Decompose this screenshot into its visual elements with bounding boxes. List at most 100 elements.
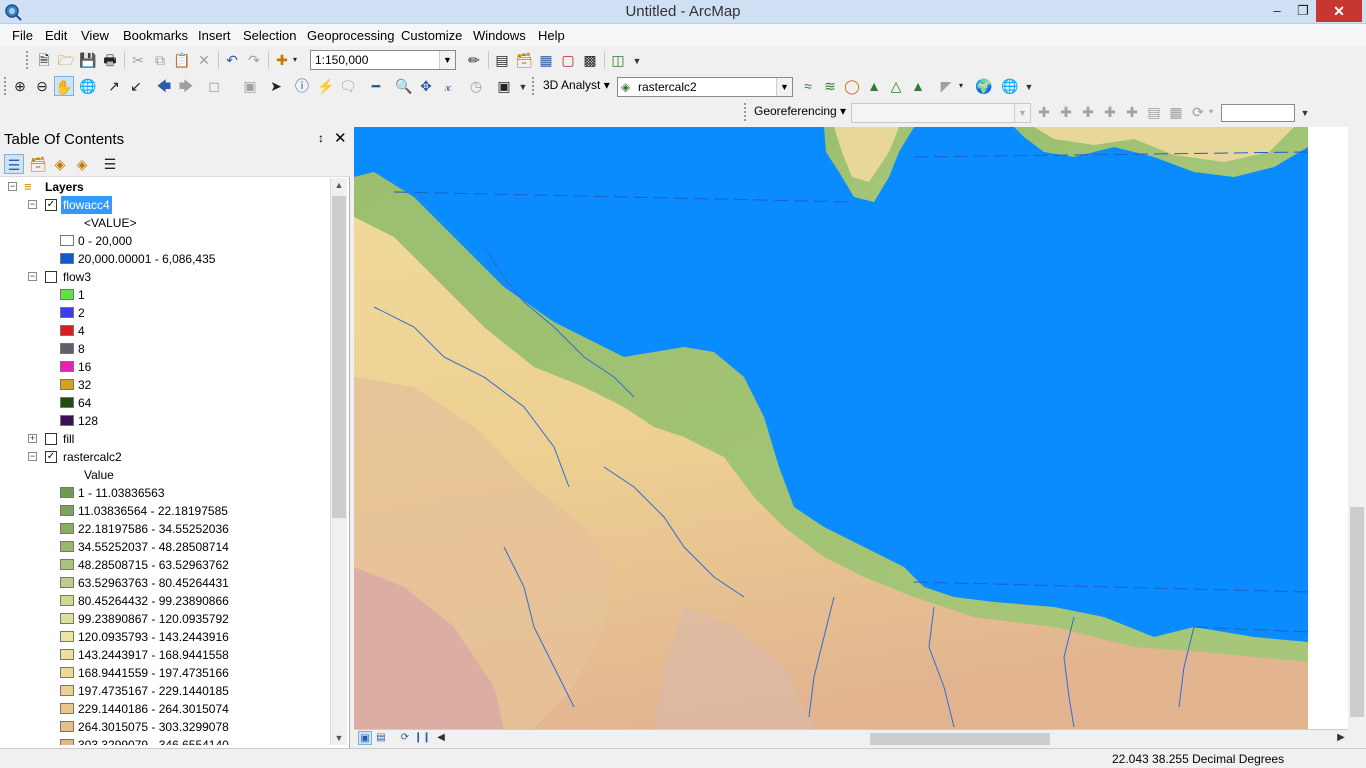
legend-swatch[interactable] <box>60 505 74 516</box>
menu-help[interactable]: Help <box>538 28 565 43</box>
legend-class-row[interactable]: 80.45264432 - 99.23890866 <box>0 592 330 610</box>
legend-swatch[interactable] <box>60 577 74 588</box>
legend-swatch[interactable] <box>60 397 74 408</box>
list-by-visibility-icon[interactable]: ◈ <box>50 154 70 174</box>
layer-visibility-checkbox[interactable] <box>45 433 57 445</box>
measure-icon[interactable]: ━ <box>366 76 386 96</box>
collapse-icon[interactable]: − <box>28 272 37 281</box>
legend-class-row[interactable]: 168.9441559 - 197.4735166 <box>0 664 330 682</box>
print-icon[interactable]: 🖶 <box>100 50 120 70</box>
menu-bookmarks[interactable]: Bookmarks <box>123 28 188 43</box>
legend-class-row[interactable]: 2 <box>0 304 330 322</box>
legend-class-row[interactable]: 8 <box>0 340 330 358</box>
legend-swatch[interactable] <box>60 343 74 354</box>
collapse-icon[interactable]: − <box>28 452 37 461</box>
minimize-button[interactable]: – <box>1264 0 1290 22</box>
layer-name[interactable]: flowacc4 <box>61 196 112 214</box>
modelbuilder-icon[interactable]: ◫ <box>608 50 628 70</box>
legend-swatch[interactable] <box>60 541 74 552</box>
map-display[interactable] <box>354 127 1308 729</box>
legend-class-row[interactable]: 22.18197586 - 34.55252036 <box>0 520 330 538</box>
arcscene-icon[interactable]: 🌍 <box>974 76 994 96</box>
legend-class-row[interactable]: 48.28508715 - 63.52963762 <box>0 556 330 574</box>
clear-selection-icon[interactable]: ▣ <box>240 76 260 96</box>
forward-extent-icon[interactable]: 🡆 <box>176 76 196 96</box>
full-extent-icon[interactable]: 🌐 <box>78 76 98 96</box>
toolbar-grip[interactable] <box>532 77 537 95</box>
legend-class-row[interactable]: 128 <box>0 412 330 430</box>
close-button[interactable]: ✕ <box>1316 0 1362 22</box>
analyst-layer-combo[interactable]: rastercalc2 ◈ ▼ <box>617 77 793 97</box>
autoadjust-icon[interactable]: ✚ <box>1056 102 1076 122</box>
legend-class-row[interactable]: 0 - 20,000 <box>0 232 330 250</box>
select-features-icon[interactable]: ◻ <box>204 76 224 96</box>
new-document-icon[interactable]: 🗎 <box>34 50 54 70</box>
legend-swatch[interactable] <box>60 361 74 372</box>
add-data-dropdown-icon[interactable]: ▾ <box>290 50 300 70</box>
select-link-icon[interactable]: ✚ <box>1078 102 1098 122</box>
horizontal-scroll-thumb[interactable] <box>870 733 1050 745</box>
refresh-icon[interactable]: ⟳ <box>398 731 412 745</box>
legend-swatch[interactable] <box>60 523 74 534</box>
copy-icon[interactable]: ⧉ <box>150 50 170 70</box>
menu-geoprocessing[interactable]: Geoprocessing <box>307 28 394 43</box>
3d-analyst-menu[interactable]: 3D Analyst ▾ <box>543 78 610 92</box>
list-by-drawing-order-icon[interactable]: ☰ <box>4 154 24 174</box>
layout-view-icon[interactable]: ▤ <box>374 731 388 745</box>
legend-class-row[interactable]: 63.52963763 - 80.45264431 <box>0 574 330 592</box>
toolbar-grip[interactable] <box>744 103 749 121</box>
layer-name[interactable]: flow3 <box>63 268 91 286</box>
scroll-up-icon[interactable]: ▲ <box>331 180 347 190</box>
legend-class-row[interactable]: 197.4735167 - 229.1440185 <box>0 682 330 700</box>
chevron-down-icon[interactable]: ▼ <box>439 51 455 69</box>
toc-close-icon[interactable]: ✕ <box>334 129 347 147</box>
georef-input-field[interactable] <box>1221 104 1295 122</box>
catalog-icon[interactable]: 🗃 <box>514 50 534 70</box>
identify-icon[interactable]: ⓘ <box>292 76 312 96</box>
georeferencing-menu[interactable]: Georeferencing ▾ <box>754 104 846 118</box>
legend-swatch[interactable] <box>60 253 74 264</box>
find-route-icon[interactable]: ✥ <box>416 76 436 96</box>
data-view-icon[interactable]: ▣ <box>358 731 372 745</box>
add-control-points-icon[interactable]: ✚ <box>1034 102 1054 122</box>
toc-layer-row[interactable]: + fill <box>0 430 330 448</box>
legend-swatch[interactable] <box>60 649 74 660</box>
layer-visibility-checkbox[interactable]: ✓ <box>45 199 57 211</box>
html-popup-icon[interactable]: 🗨 <box>338 76 358 96</box>
layer-visibility-checkbox[interactable] <box>45 271 57 283</box>
list-by-selection-icon[interactable]: ◈ <box>72 154 92 174</box>
scroll-right-icon[interactable]: ▶ <box>1334 731 1348 745</box>
legend-class-row[interactable]: 120.0935793 - 143.2443916 <box>0 628 330 646</box>
legend-class-row[interactable]: 20,000.00001 - 6,086,435 <box>0 250 330 268</box>
legend-class-row[interactable]: 1 - 11.03836563 <box>0 484 330 502</box>
legend-class-row[interactable]: 1 <box>0 286 330 304</box>
legend-swatch[interactable] <box>60 721 74 732</box>
legend-class-row[interactable]: 264.3015075 - 303.3299078 <box>0 718 330 736</box>
auto-hide-pin-icon[interactable]: ↕ <box>318 131 324 145</box>
back-extent-icon[interactable]: 🡄 <box>154 76 174 96</box>
toolbar-overflow-icon[interactable]: ▼ <box>1300 104 1310 122</box>
undo-icon[interactable]: ↶ <box>222 50 242 70</box>
menu-selection[interactable]: Selection <box>243 28 296 43</box>
legend-swatch[interactable] <box>60 631 74 642</box>
legend-swatch[interactable] <box>60 307 74 318</box>
chevron-down-icon[interactable]: ▼ <box>776 78 792 96</box>
toolbar-overflow-icon[interactable]: ▼ <box>632 52 642 70</box>
menu-view[interactable]: View <box>81 28 109 43</box>
delete-link-icon[interactable]: ✚ <box>1122 102 1142 122</box>
profile-graph-icon[interactable]: ◤ <box>936 76 956 96</box>
legend-class-row[interactable]: 229.1440186 - 264.3015074 <box>0 700 330 718</box>
legend-class-row[interactable]: 11.03836564 - 22.18197585 <box>0 502 330 520</box>
fixed-zoom-in-icon[interactable]: ↗ <box>104 76 124 96</box>
legend-class-row[interactable]: 4 <box>0 322 330 340</box>
menu-file[interactable]: File <box>12 28 33 43</box>
toolbar-grip[interactable] <box>4 77 9 95</box>
scroll-down-icon[interactable]: ▼ <box>331 733 347 743</box>
editor-toolbar-icon[interactable]: ✏ <box>464 50 484 70</box>
scroll-thumb[interactable] <box>1350 507 1364 717</box>
select-elements-icon[interactable]: ➤ <box>266 76 286 96</box>
toc-layer-row[interactable]: − ✓ flowacc4 <box>0 196 330 214</box>
zoom-out-icon[interactable]: ⊖ <box>32 76 52 96</box>
legend-swatch[interactable] <box>60 559 74 570</box>
table-of-contents-icon[interactable]: ▤ <box>492 50 512 70</box>
